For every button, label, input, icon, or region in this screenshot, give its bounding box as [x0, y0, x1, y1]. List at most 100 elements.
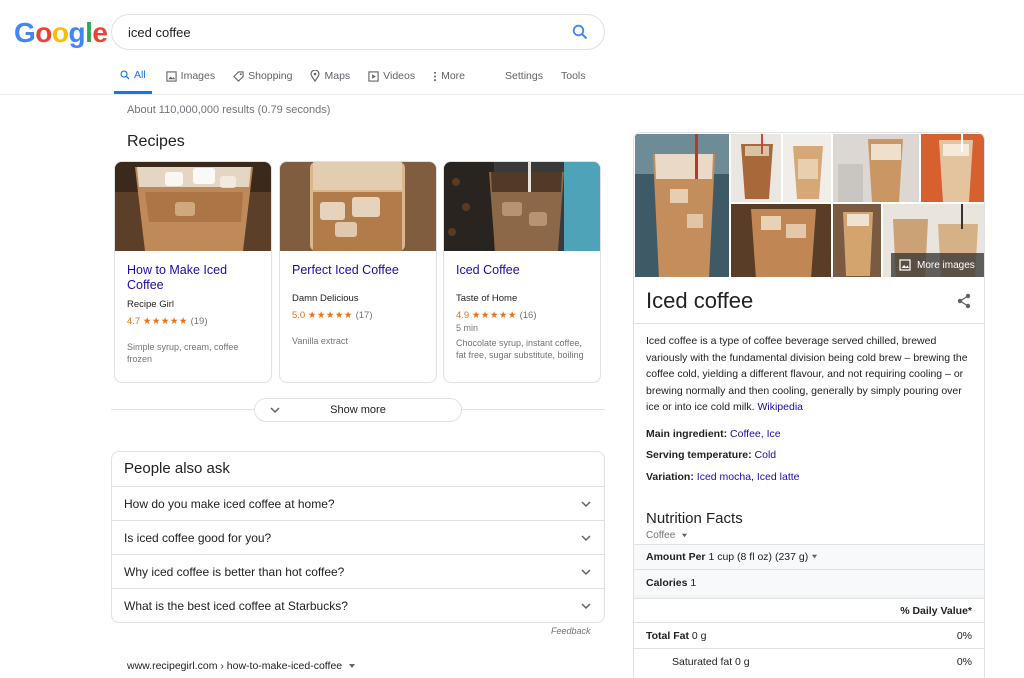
tab-maps[interactable]: Maps: [310, 66, 350, 86]
recipe-rating: 4.9 ★★★★★ (16): [456, 310, 537, 321]
tab-label: All: [134, 68, 146, 81]
attribute-label: Variation:: [646, 470, 694, 483]
recipe-title[interactable]: Perfect Iced Coffee: [292, 263, 424, 278]
share-icon[interactable]: [956, 293, 972, 309]
description-text: Iced coffee is a type of coffee beverage…: [646, 335, 968, 413]
knowledge-panel-title: Iced coffee: [646, 287, 754, 313]
nutrition-row-saturated-fat: Saturated fat 0 g 0%: [634, 648, 984, 674]
tools-label: Tools: [560, 70, 586, 82]
attribute-serving-temperature: Serving temperature: Cold: [634, 449, 984, 463]
panel-image[interactable]: [832, 203, 882, 278]
tab-all[interactable]: All: [114, 66, 152, 94]
tab-videos[interactable]: Videos: [368, 66, 415, 86]
recipe-ingredients: Chocolate syrup, instant coffee, fat fre…: [456, 338, 584, 360]
panel-image[interactable]: [920, 133, 984, 203]
paa-question-text: What is the best iced coffee at Starbuck…: [124, 599, 348, 613]
caret-down-icon: [682, 533, 688, 538]
nutrient-percent: 0%: [956, 629, 972, 642]
result-url-text: www.recipegirl.com › how-to-make-iced-co…: [127, 660, 343, 672]
show-more-button[interactable]: Show more: [254, 398, 462, 422]
wikipedia-link[interactable]: Wikipedia: [757, 401, 803, 413]
feedback-link[interactable]: Feedback: [551, 626, 591, 636]
panel-image[interactable]: [730, 203, 832, 278]
recipe-rating: 5.0 ★★★★★ (17): [292, 310, 373, 321]
chevron-down-icon: [581, 603, 591, 610]
attribute-value[interactable]: Iced mocha, Iced latte: [697, 471, 800, 483]
amount-text: Amount Per 1 cup (8 fl oz) (237 g): [646, 551, 818, 563]
star-icon: ★★★★★: [471, 310, 517, 321]
paa-question[interactable]: What is the best iced coffee at Starbuck…: [112, 589, 604, 623]
paa-question[interactable]: How do you make iced coffee at home?: [112, 487, 604, 521]
nutrient-value: 0 g: [735, 655, 750, 668]
recipe-card[interactable]: Iced Coffee Taste of Home 4.9 ★★★★★ (16)…: [443, 161, 601, 383]
settings-link[interactable]: Settings: [505, 66, 543, 86]
image-icon: [899, 259, 911, 271]
chevron-down-icon: [581, 568, 591, 575]
nutrition-select[interactable]: Coffee: [634, 530, 984, 541]
chevron-down-icon: [581, 500, 591, 507]
settings-label: Settings: [505, 70, 543, 82]
knowledge-panel: More images Iced coffee Iced coffee is a…: [633, 132, 985, 678]
nutrition-dv-header: % Daily Value*: [634, 598, 984, 622]
panel-image[interactable]: [634, 133, 730, 278]
play-icon: [368, 70, 379, 82]
header-divider: [0, 94, 1024, 95]
search-icon[interactable]: [562, 15, 598, 49]
chevron-down-icon: [269, 404, 281, 419]
caret-down-icon: [812, 554, 818, 559]
panel-image[interactable]: [730, 133, 782, 203]
nutrition-amount-row[interactable]: Amount Per 1 cup (8 fl oz) (237 g): [634, 544, 984, 569]
calories-label: Calories: [646, 576, 688, 589]
tab-more[interactable]: More: [433, 66, 465, 86]
search-icon: [120, 69, 130, 80]
recipe-title[interactable]: Iced Coffee: [456, 263, 588, 278]
search-input[interactable]: [128, 24, 562, 40]
recipe-source: Taste of Home: [456, 293, 518, 304]
people-also-ask: People also ask How do you make iced cof…: [111, 451, 605, 623]
nutrient-value: 0 g: [691, 629, 707, 642]
paa-question[interactable]: Why iced coffee is better than hot coffe…: [112, 555, 604, 589]
nutrient-percent: 0%: [956, 655, 972, 668]
nutrition-facts-heading: Nutrition Facts: [646, 510, 743, 527]
google-logo[interactable]: Google: [14, 17, 108, 49]
tools-link[interactable]: Tools: [561, 66, 586, 86]
panel-image[interactable]: [782, 133, 832, 203]
tab-images[interactable]: Images: [166, 66, 215, 86]
tab-label: Maps: [324, 70, 351, 82]
paa-question-text: Is iced coffee good for you?: [124, 530, 272, 545]
knowledge-panel-header: Iced coffee: [634, 278, 984, 324]
search-tabs: All Images Shopping Maps Videos More Set…: [114, 66, 604, 94]
result-url[interactable]: www.recipegirl.com › how-to-make-iced-co…: [127, 660, 356, 672]
recipe-image: [280, 162, 436, 251]
paa-question[interactable]: Is iced coffee good for you?: [112, 521, 604, 555]
calories-value: 1: [690, 576, 697, 589]
recipe-card[interactable]: Perfect Iced Coffee Damn Delicious 5.0 ★…: [279, 161, 437, 383]
nutrition-row-total-fat: Total Fat 0 g 0%: [634, 622, 984, 648]
knowledge-panel-images[interactable]: More images: [634, 133, 984, 278]
recipe-source: Damn Delicious: [292, 293, 359, 304]
tab-label: Videos: [383, 70, 416, 82]
nutrient-label: Total Fat: [646, 629, 689, 642]
image-icon: [166, 70, 177, 82]
attribute-label: Serving temperature:: [646, 449, 752, 461]
recipe-card[interactable]: How to Make Iced Coffee Recipe Girl 4.7 …: [114, 161, 272, 383]
recipe-image: [444, 162, 600, 251]
nutrition-calories-row: Calories 1: [634, 569, 984, 595]
tab-shopping[interactable]: Shopping: [233, 66, 292, 86]
paa-heading: People also ask: [112, 452, 604, 487]
knowledge-panel-description: Iced coffee is a type of coffee beverage…: [634, 324, 984, 416]
attribute-value[interactable]: Cold: [755, 449, 777, 461]
tab-label: Shopping: [248, 70, 293, 82]
recipe-image: [115, 162, 271, 251]
star-icon: ★★★★★: [142, 316, 188, 327]
tab-label: More: [441, 70, 466, 82]
recipes-heading: Recipes: [127, 133, 185, 150]
recipe-rating: 4.7 ★★★★★ (19): [127, 316, 208, 327]
panel-image[interactable]: [832, 133, 920, 203]
caret-down-icon[interactable]: [348, 662, 356, 670]
paa-question-text: Why iced coffee is better than hot coffe…: [124, 564, 345, 579]
search-box: [111, 14, 605, 50]
attribute-value[interactable]: Coffee, Ice: [730, 428, 781, 440]
recipe-title[interactable]: How to Make Iced Coffee: [127, 263, 259, 293]
more-images-button[interactable]: More images: [891, 253, 984, 277]
